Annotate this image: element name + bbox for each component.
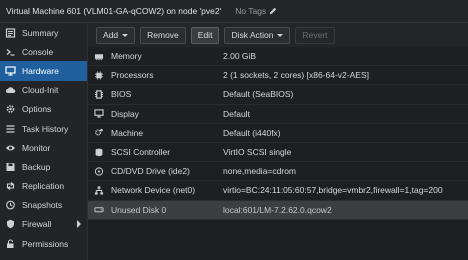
- sidebar-item-label: Summary: [22, 27, 59, 38]
- list-icon: [4, 123, 17, 134]
- vm-title: Virtual Machine 601 (VLM01-GA-qCOW2) on …: [6, 6, 222, 16]
- cloud-icon: [4, 85, 17, 96]
- remove-button[interactable]: Remove: [140, 26, 186, 44]
- tags-label: No Tags: [235, 6, 267, 16]
- row-value: local:601/LM-7.2.62.0.qcow2: [223, 204, 332, 215]
- sidebar-item-console[interactable]: Console: [0, 42, 87, 61]
- gear-icon: [4, 104, 17, 115]
- chevron-down-icon: [277, 33, 284, 37]
- row-value: Default (i440fx): [223, 127, 281, 138]
- table-row[interactable]: Memory 2.00 GiB: [88, 47, 468, 67]
- retweet-icon: [4, 181, 17, 192]
- sidebar-item-label: Options: [22, 104, 52, 115]
- table-row[interactable]: BIOS Default (SeaBIOS): [88, 85, 468, 105]
- shield-icon: [4, 219, 17, 230]
- disk-action-label: Disk Action: [231, 30, 274, 40]
- tags-edit[interactable]: No Tags: [235, 6, 277, 16]
- row-value: Default: [223, 108, 250, 119]
- table-row[interactable]: Processors 2 (1 sockets, 2 cores) [x86-6…: [88, 66, 468, 86]
- sidebar-item-monitor[interactable]: Monitor: [0, 138, 87, 157]
- revert-button[interactable]: Revert: [295, 26, 335, 44]
- hardware-icon: [4, 65, 17, 76]
- row-key: BIOS: [111, 89, 132, 100]
- sidebar-item-label: Firewall: [22, 219, 52, 230]
- row-key: Processors: [111, 70, 154, 81]
- hardware-toolbar: Add Remove Edit Disk Action Revert: [88, 23, 468, 47]
- row-value: VirtIO SCSI single: [223, 147, 292, 158]
- edit-label: Edit: [197, 30, 213, 40]
- eye-icon: [4, 142, 17, 153]
- sidebar: Summary Console Hardware Cloud-Init Opti…: [0, 23, 88, 260]
- sidebar-item-backup[interactable]: Backup: [0, 157, 87, 176]
- pencil-icon[interactable]: [269, 7, 277, 15]
- sidebar-item-label: Permissions: [22, 238, 69, 249]
- sidebar-item-label: Replication: [22, 181, 65, 192]
- table-row[interactable]: Display Default: [88, 105, 468, 124]
- database-icon: [92, 148, 106, 157]
- sidebar-item-label: Monitor: [22, 142, 51, 153]
- add-label: Add: [103, 30, 119, 40]
- disk-action-button[interactable]: Disk Action: [224, 26, 291, 44]
- cpu-icon: [92, 71, 106, 80]
- sidebar-item-label: Hardware: [22, 65, 59, 76]
- cdrom-icon: [92, 167, 106, 176]
- sidebar-item-label: Cloud-Init: [22, 85, 59, 96]
- sidebar-item-firewall[interactable]: Firewall: [0, 215, 87, 234]
- row-value: 2.00 GiB: [223, 51, 257, 62]
- sidebar-item-label: Console: [22, 46, 54, 57]
- summary-icon: [4, 27, 17, 38]
- history-icon: [4, 200, 17, 211]
- row-key: SCSI Controller: [111, 147, 171, 158]
- hdd-icon: [92, 205, 106, 214]
- row-key: CD/DVD Drive (ide2): [111, 166, 190, 177]
- remove-label: Remove: [147, 30, 179, 40]
- row-key: Memory: [111, 51, 142, 62]
- chevron-down-icon: [122, 33, 129, 37]
- sidebar-item-summary[interactable]: Summary: [0, 23, 87, 42]
- add-button[interactable]: Add: [96, 26, 136, 44]
- sidebar-item-permissions[interactable]: Permissions: [0, 234, 87, 253]
- cogs-icon: [92, 128, 106, 137]
- table-row[interactable]: Machine Default (i440fx): [88, 124, 468, 143]
- sidebar-item-task-history[interactable]: Task History: [0, 119, 87, 138]
- sidebar-item-cloud-init[interactable]: Cloud-Init: [0, 81, 87, 100]
- desktop-icon: [92, 109, 106, 118]
- table-row[interactable]: SCSI Controller VirtIO SCSI single: [88, 143, 468, 163]
- chip-icon: [92, 90, 106, 99]
- table-row[interactable]: Unused Disk 0 local:601/LM-7.2.62.0.qcow…: [88, 200, 468, 220]
- row-value: none,media=cdrom: [223, 166, 297, 177]
- sidebar-item-hardware[interactable]: Hardware: [0, 61, 87, 81]
- sidebar-item-options[interactable]: Options: [0, 100, 87, 119]
- sidebar-item-label: Task History: [22, 123, 69, 134]
- memory-icon: [92, 52, 106, 61]
- sidebar-item-label: Snapshots: [22, 200, 63, 211]
- row-key: Display: [111, 108, 139, 119]
- sidebar-item-snapshots[interactable]: Snapshots: [0, 196, 87, 215]
- table-row[interactable]: CD/DVD Drive (ide2) none,media=cdrom: [88, 162, 468, 182]
- hardware-grid: Memory 2.00 GiB Processors 2 (1 sockets,…: [88, 47, 468, 220]
- row-value: Default (SeaBIOS): [223, 89, 294, 100]
- row-key: Network Device (net0): [111, 185, 196, 196]
- title-bar: Virtual Machine 601 (VLM01-GA-qCOW2) on …: [0, 0, 468, 23]
- row-key: Unused Disk 0: [111, 204, 167, 215]
- revert-label: Revert: [302, 30, 328, 40]
- network-icon: [92, 186, 106, 195]
- row-key: Machine: [111, 127, 144, 138]
- console-icon: [4, 46, 17, 57]
- edit-button[interactable]: Edit: [190, 26, 220, 44]
- floppy-icon: [4, 161, 17, 172]
- table-row[interactable]: Network Device (net0) virtio=BC:24:11:05…: [88, 181, 468, 201]
- expand-arrow-icon[interactable]: [77, 219, 81, 228]
- row-value: virtio=BC:24:11:05:60:57,bridge=vmbr2,fi…: [223, 185, 443, 196]
- sidebar-item-label: Backup: [22, 161, 51, 172]
- sidebar-item-replication[interactable]: Replication: [0, 177, 87, 196]
- unlock-icon: [4, 238, 17, 249]
- row-value: 2 (1 sockets, 2 cores) [x86-64-v2-AES]: [223, 70, 369, 81]
